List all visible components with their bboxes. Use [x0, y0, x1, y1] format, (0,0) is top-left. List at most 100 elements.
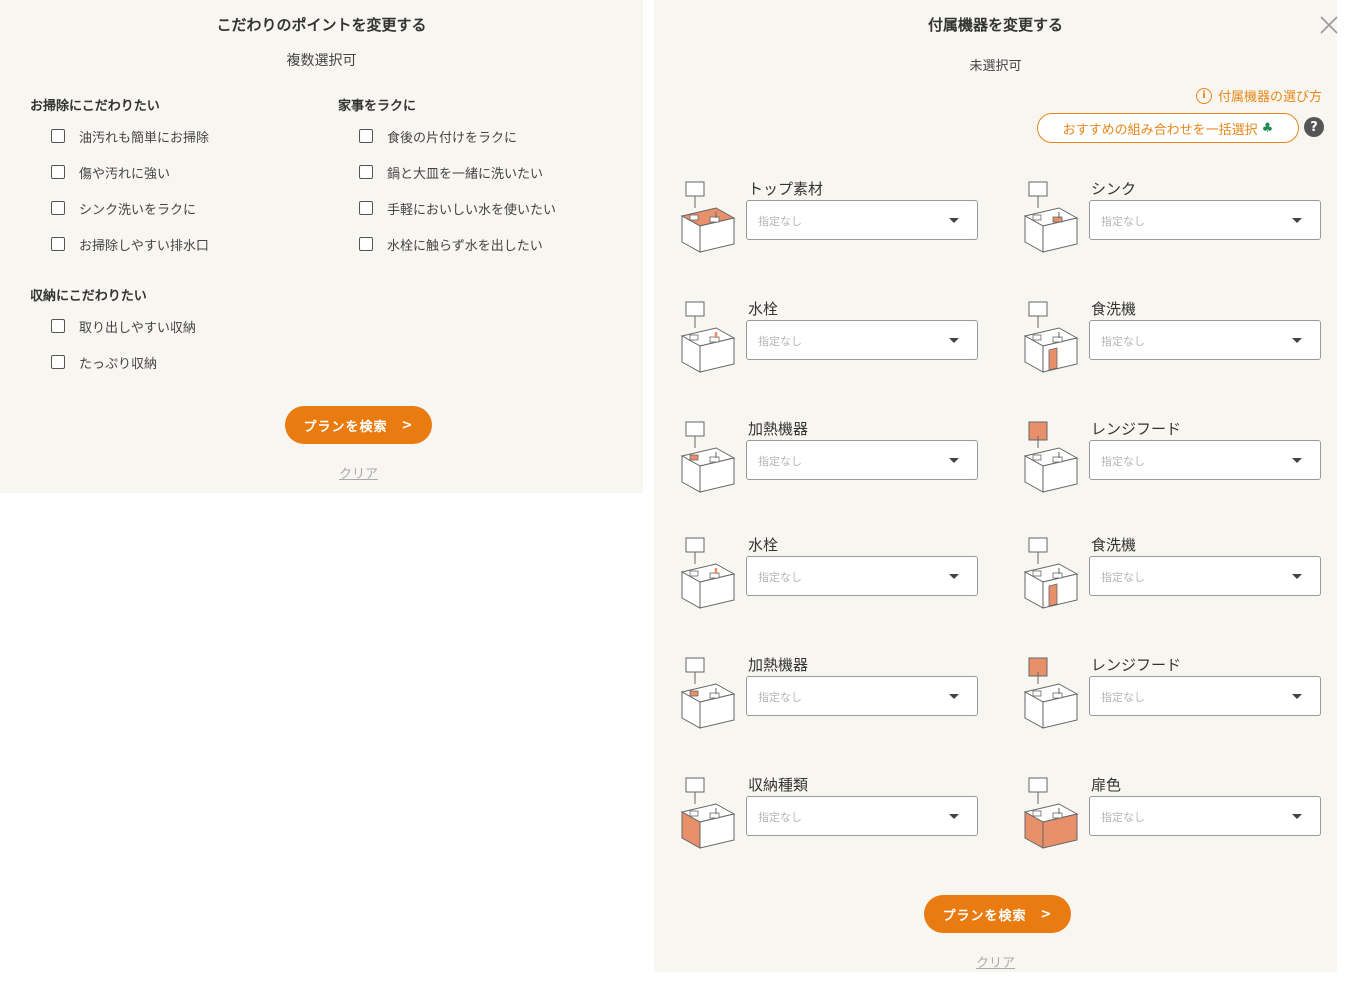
equipment-label: トップ素材 — [748, 180, 824, 198]
equipment-select[interactable]: 指定なし — [746, 676, 978, 716]
checkbox-item[interactable]: 水栓に触らず水を出したい — [359, 234, 543, 254]
equipment-item: レンジフード指定なし — [1019, 418, 1339, 518]
select-placeholder: 指定なし — [1101, 571, 1145, 584]
equipment-select[interactable]: 指定なし — [746, 200, 978, 240]
recommend-bulk-select-button[interactable]: おすすめの組み合わせを一括選択 ♣ — [1037, 113, 1299, 143]
select-placeholder: 指定なし — [758, 571, 802, 584]
equipment-label: 扉色 — [1091, 776, 1122, 794]
equipment-select[interactable]: 指定なし — [1089, 556, 1321, 596]
checkbox[interactable] — [359, 165, 373, 179]
equipment-select[interactable]: 指定なし — [1089, 200, 1321, 240]
recommend-label: おすすめの組み合わせを一括選択 — [1062, 122, 1258, 138]
equipment-item: 水栓指定なし — [676, 298, 996, 398]
equipment-select[interactable]: 指定なし — [746, 440, 978, 480]
checkbox-item[interactable]: お掃除しやすい排水口 — [51, 234, 209, 254]
close-icon[interactable] — [1318, 14, 1340, 36]
group-title-storage: 収納にこだわりたい — [30, 289, 147, 304]
checkbox[interactable] — [51, 129, 65, 143]
kitchen-faucet-icon — [680, 301, 736, 373]
equipment-label: レンジフード — [1091, 420, 1182, 438]
equipment-label: 収納種類 — [748, 776, 809, 794]
kitchen-top-icon — [680, 181, 736, 253]
checkbox[interactable] — [359, 201, 373, 215]
checkbox-label: 油汚れも簡単にお掃除 — [79, 130, 210, 146]
kitchen-stove-icon — [680, 657, 736, 729]
howto-label: 付属機器の選び方 — [1217, 90, 1322, 105]
equipment-select[interactable]: 指定なし — [1089, 676, 1321, 716]
checkbox-item[interactable]: 傷や汚れに強い — [51, 162, 170, 182]
equipment-item: 扉色 指定なし — [1019, 774, 1339, 874]
equipment-select[interactable]: 指定なし — [746, 556, 978, 596]
select-placeholder: 指定なし — [758, 215, 802, 228]
equipment-item: 食洗機指定なし — [1019, 534, 1339, 634]
equipment-item: 食洗機指定なし — [1019, 298, 1339, 398]
checkbox-item[interactable]: たっぷり収納 — [51, 352, 157, 372]
search-plan-label: プランを検索 — [942, 908, 1027, 924]
checkbox[interactable] — [51, 201, 65, 215]
equipment-panel: 付属機器を変更する 未選択可 i 付属機器の選び方 おすすめの組み合わせを一括選… — [654, 0, 1340, 972]
kitchen-storage-icon — [680, 777, 736, 849]
equipment-select[interactable]: 指定なし — [746, 320, 978, 360]
caret-down-icon — [1292, 574, 1302, 579]
checkbox[interactable] — [51, 165, 65, 179]
checkbox-item[interactable]: 油汚れも簡単にお掃除 — [51, 126, 209, 146]
checkbox-item[interactable]: 食後の片付けをラクに — [359, 126, 517, 146]
caret-down-icon — [1292, 218, 1302, 223]
checkbox[interactable] — [51, 355, 65, 369]
checkbox-item[interactable]: 取り出しやすい収納 — [51, 316, 196, 336]
equipment-label: 食洗機 — [1091, 300, 1137, 318]
equipment-select[interactable]: 指定なし — [1089, 440, 1321, 480]
checkbox[interactable] — [359, 129, 373, 143]
equipment-label: 水栓 — [748, 300, 779, 318]
checkbox[interactable] — [359, 237, 373, 251]
select-placeholder: 指定なし — [1101, 691, 1145, 704]
equipment-item: 加熱機器 指定なし — [676, 418, 996, 518]
kitchen-faucet-icon — [680, 537, 736, 609]
caret-down-icon — [949, 814, 959, 819]
clear-link[interactable]: クリア — [654, 952, 1337, 971]
checkbox-item[interactable]: シンク洗いをラクに — [51, 198, 196, 218]
preference-panel: こだわりのポイントを変更する 複数選択可 お掃除にこだわりたい 油汚れも簡単にお… — [0, 0, 643, 493]
search-plan-button[interactable]: プランを検索 > — [924, 895, 1071, 933]
caret-down-icon — [949, 218, 959, 223]
equipment-item: 加熱機器 指定なし — [676, 654, 996, 754]
search-plan-button[interactable]: プランを検索 > — [285, 406, 432, 444]
checkbox[interactable] — [51, 319, 65, 333]
equipment-label: レンジフード — [1091, 656, 1182, 674]
checkbox[interactable] — [51, 237, 65, 251]
preference-subtitle: 複数選択可 — [286, 53, 357, 69]
chevron-right-icon: > — [401, 417, 414, 433]
equipment-select[interactable]: 指定なし — [1089, 796, 1321, 836]
howto-link[interactable]: i 付属機器の選び方 — [1195, 86, 1322, 105]
clear-link[interactable]: クリア — [37, 463, 680, 482]
select-placeholder: 指定なし — [758, 335, 802, 348]
checkbox-label: 取り出しやすい収納 — [79, 320, 196, 336]
caret-down-icon — [949, 574, 959, 579]
help-icon[interactable]: ? — [1304, 117, 1324, 137]
select-placeholder: 指定なし — [758, 811, 802, 824]
checkbox-label: 手軽においしい水を使いたい — [387, 202, 557, 218]
caret-down-icon — [1292, 458, 1302, 463]
kitchen-dishwasher-icon — [1023, 301, 1079, 373]
equipment-label: 加熱機器 — [748, 420, 809, 438]
checkbox-item[interactable]: 手軽においしい水を使いたい — [359, 198, 556, 218]
select-placeholder: 指定なし — [1101, 335, 1145, 348]
checkbox-label: 水栓に触らず水を出したい — [387, 238, 543, 254]
caret-down-icon — [1292, 814, 1302, 819]
info-icon: i — [1195, 87, 1212, 104]
caret-down-icon — [949, 458, 959, 463]
equipment-item: トップ素材指定なし — [676, 178, 996, 278]
group-title-housework: 家事をラクに — [338, 99, 417, 114]
kitchen-hood-icon — [1023, 657, 1079, 729]
select-placeholder: 指定なし — [758, 691, 802, 704]
select-placeholder: 指定なし — [1101, 215, 1145, 228]
checkbox-item[interactable]: 鍋と大皿を一緒に洗いたい — [359, 162, 543, 182]
select-placeholder: 指定なし — [1101, 455, 1145, 468]
equipment-label: 食洗機 — [1091, 536, 1137, 554]
equipment-select[interactable]: 指定なし — [746, 796, 978, 836]
equipment-item: シンク指定なし — [1019, 178, 1339, 278]
clover-icon: ♣ — [1261, 120, 1274, 136]
preference-title: こだわりのポイントを変更する — [216, 16, 427, 34]
equipment-label: シンク — [1091, 180, 1137, 198]
equipment-select[interactable]: 指定なし — [1089, 320, 1321, 360]
